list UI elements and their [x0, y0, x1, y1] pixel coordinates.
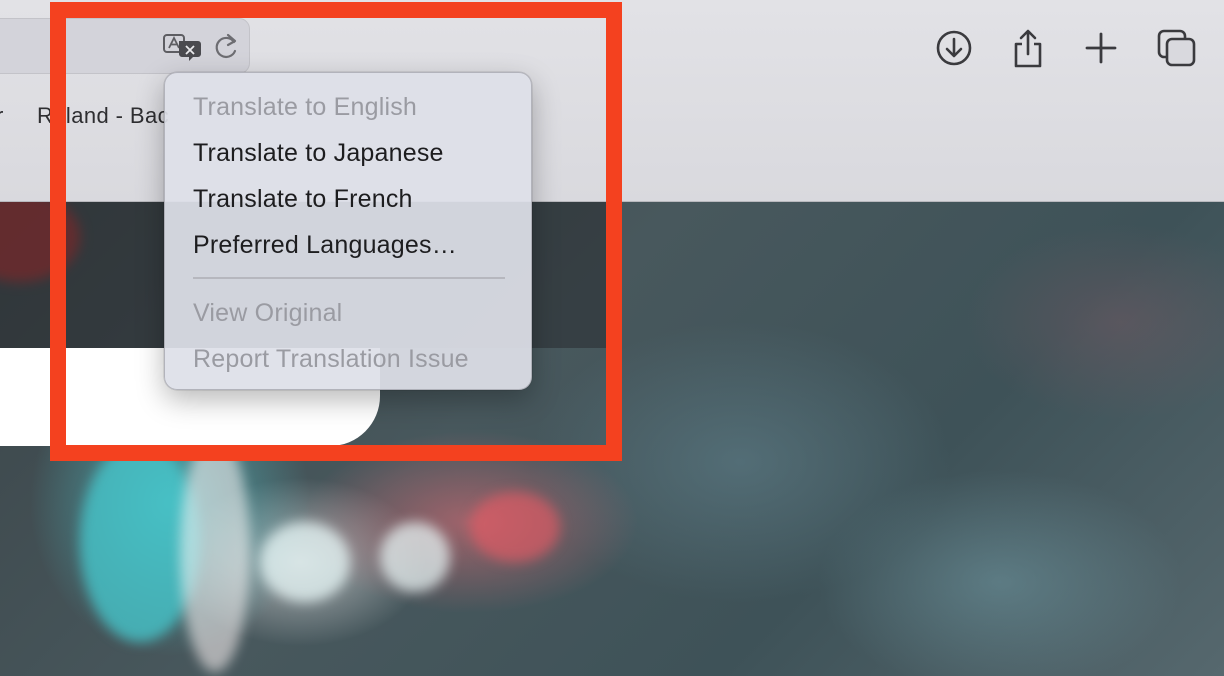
menu-item-translate-french[interactable]: Translate to French — [165, 179, 531, 219]
reload-icon[interactable] — [206, 30, 246, 64]
share-icon[interactable] — [1006, 26, 1050, 70]
menu-item-report-translation-issue: Report Translation Issue — [193, 345, 469, 373]
menu-separator — [193, 277, 505, 279]
plus-icon[interactable] — [1079, 26, 1123, 70]
tab-overview-icon[interactable] — [1155, 26, 1199, 70]
bookmark-item[interactable]: r — [0, 103, 4, 129]
menu-item-translate-japanese[interactable]: Translate to Japanese — [165, 133, 531, 173]
bookmark-item[interactable]: Roland - Bac — [37, 103, 169, 129]
photo-blob — [380, 522, 450, 592]
menu-item-preferred-languages[interactable]: Preferred Languages… — [165, 225, 531, 265]
browser-window: r Roland - Bac — [0, 0, 1224, 676]
photo-blob — [260, 522, 350, 602]
photo-blob — [180, 432, 250, 672]
photo-blob — [470, 492, 560, 562]
translate-menu: Translate to English Translate to Japane… — [164, 72, 532, 390]
download-icon[interactable] — [932, 26, 976, 70]
menu-item-view-original: View Original — [193, 299, 343, 327]
menu-item-translate-english: Translate to English — [193, 93, 418, 121]
translate-icon[interactable] — [163, 30, 203, 64]
